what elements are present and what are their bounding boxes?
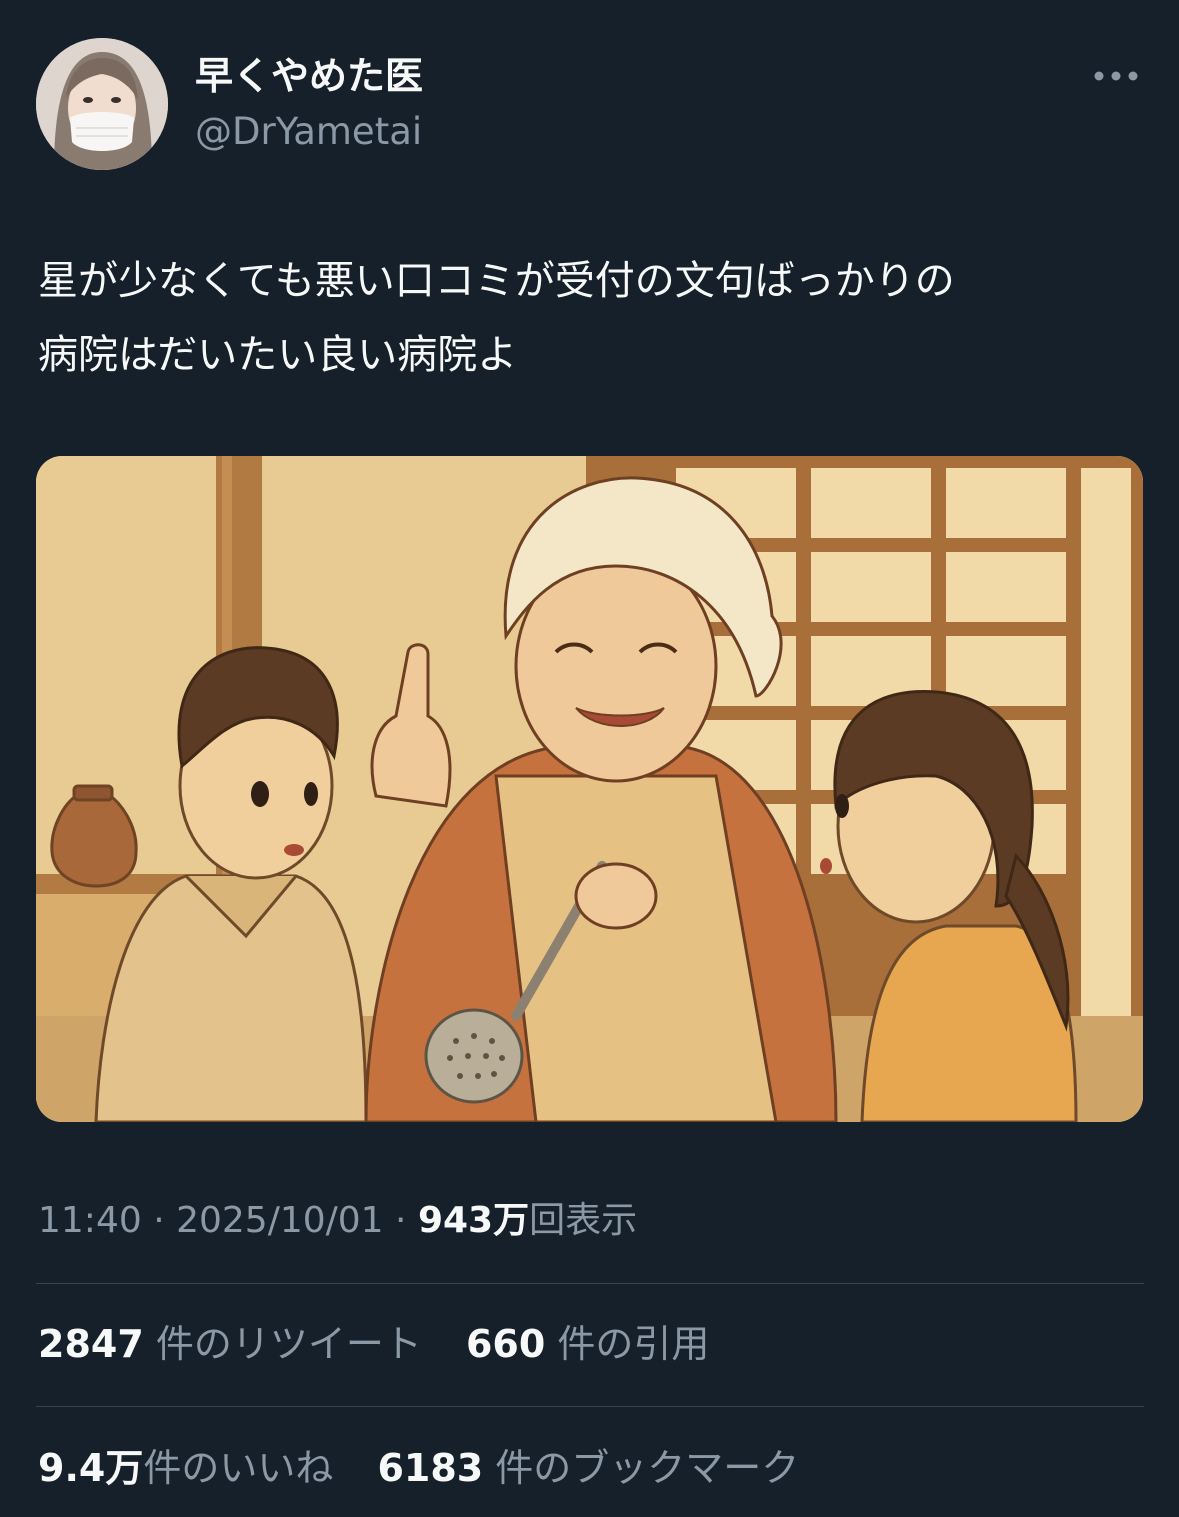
quotes-link[interactable]: 660 件の引用 (466, 1322, 709, 1366)
bookmarks-link[interactable]: 6183 件のブックマーク (377, 1446, 799, 1490)
more-options-button[interactable] (1088, 56, 1144, 96)
illustration-image (36, 456, 1143, 1122)
tweet-header: 早くやめた医 @DrYametai (0, 0, 1179, 200)
bookmarks-label: 件のブックマーク (495, 1446, 800, 1490)
divider (36, 1283, 1144, 1284)
tweet-date[interactable]: 2025/10/01 (176, 1200, 384, 1241)
retweets-label: 件のリツイート (155, 1322, 422, 1366)
display-name[interactable]: 早くやめた医 (195, 52, 423, 100)
bookmarks-count: 6183 (377, 1446, 484, 1490)
quotes-label: 件の引用 (557, 1322, 710, 1366)
avatar-photo (36, 38, 168, 170)
views-label: 回表示 (529, 1200, 638, 1241)
meta-separator: · (141, 1200, 177, 1241)
avatar[interactable] (36, 38, 168, 170)
tweet-meta: 11:40 · 2025/10/01 · 943万回表示 (38, 1196, 637, 1246)
likes-label: 件のいいね (143, 1446, 334, 1490)
tweet-text: 星が少なくても悪い口コミが受付の文句ばっかりの 病院はだいたい良い病院よ (38, 258, 955, 378)
stats-row-shares: 2847 件のリツイート 660 件の引用 (38, 1318, 741, 1370)
divider (36, 1406, 1144, 1407)
tweet-image[interactable] (36, 456, 1143, 1122)
tweet-time[interactable]: 11:40 (38, 1200, 142, 1241)
more-horizontal-icon (1094, 71, 1138, 81)
meta-separator: · (383, 1200, 418, 1241)
views-count: 943万 (417, 1200, 530, 1241)
quotes-count: 660 (465, 1322, 546, 1366)
stats-row-likes: 9.4万件のいいね 6183 件のブックマーク (38, 1442, 831, 1494)
user-handle[interactable]: @DrYametai (195, 108, 422, 156)
retweets-count: 2847 (38, 1322, 144, 1366)
retweets-link[interactable]: 2847 件のリツイート (38, 1322, 422, 1366)
likes-link[interactable]: 9.4万件のいいね (38, 1446, 333, 1490)
likes-count: 9.4万 (38, 1446, 144, 1490)
